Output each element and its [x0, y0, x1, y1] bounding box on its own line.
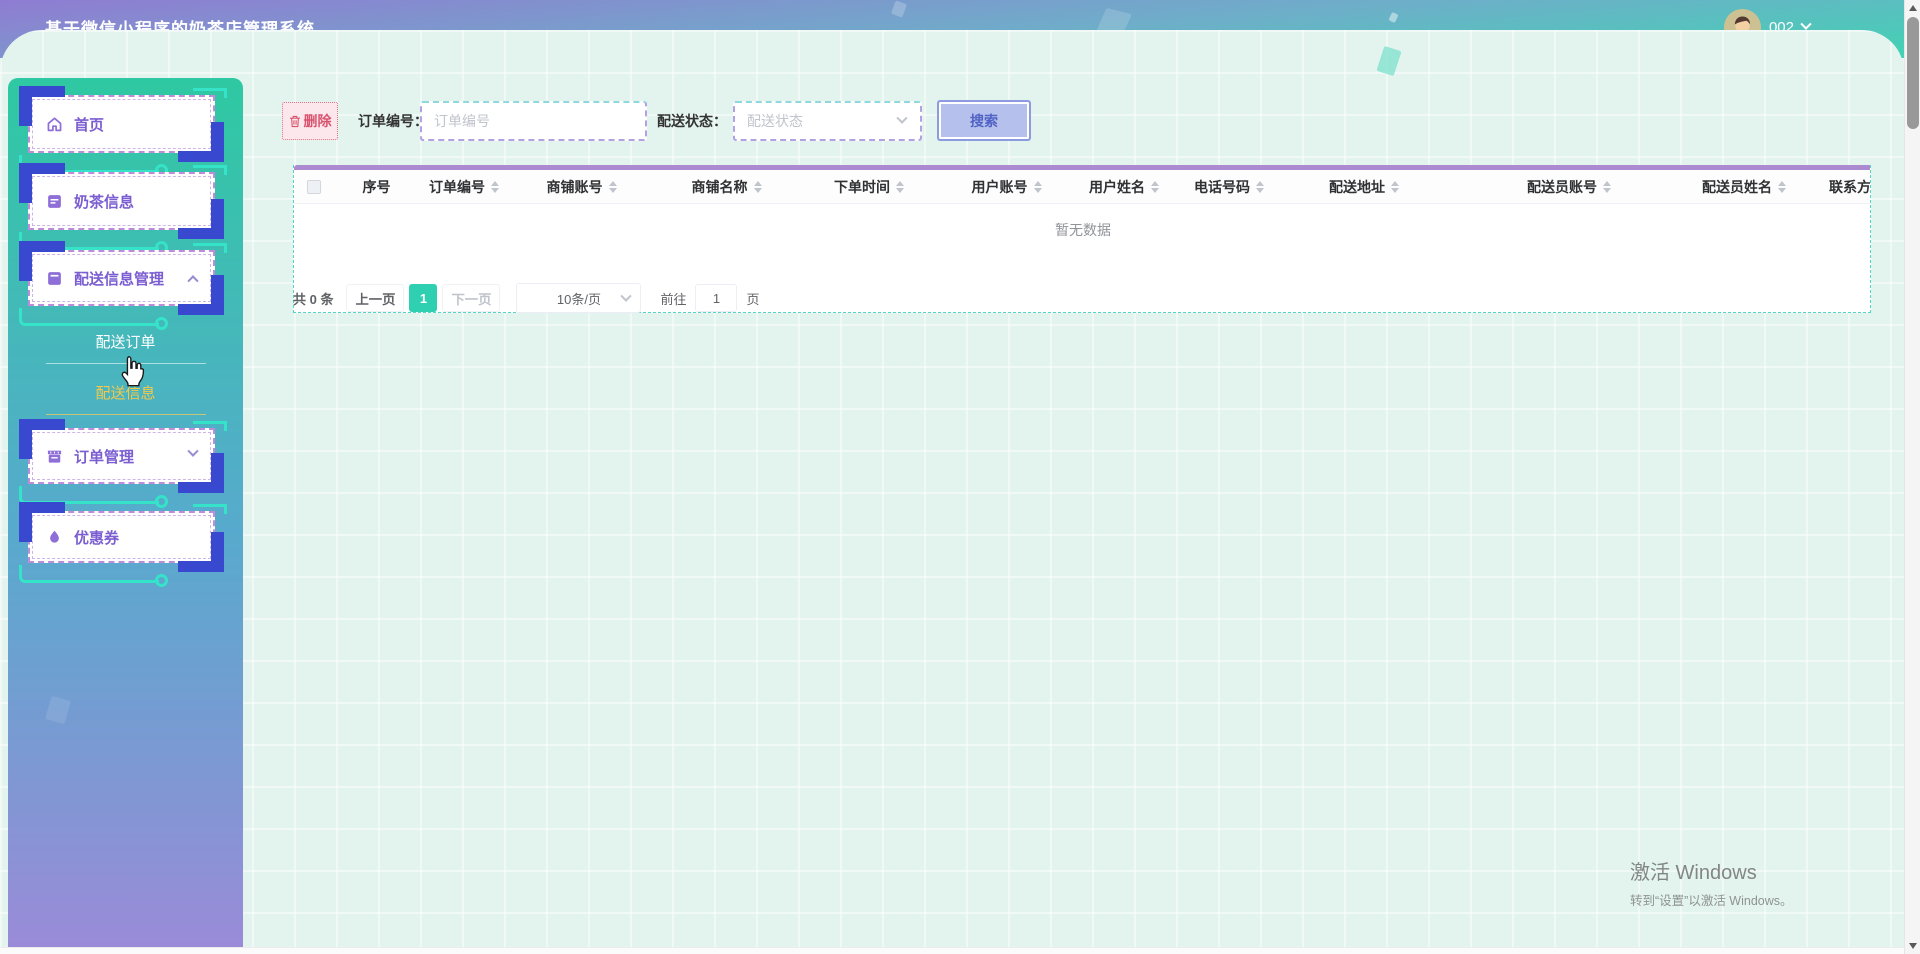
sidebar-item-order-manage[interactable]: 订单管理: [19, 419, 227, 508]
confetti-shape: [890, 0, 908, 18]
chevron-down-icon: [1800, 18, 1812, 30]
search-button[interactable]: 搜索: [937, 100, 1031, 141]
delivery-status-select[interactable]: 配送状态: [733, 101, 922, 141]
sidebar: 首页 奶茶信息 配送信息管理 配送订单 配送信息 订单管理 优惠券: [8, 78, 243, 947]
corner-bracket: [178, 122, 224, 162]
teal-line-accent: [19, 565, 168, 587]
confetti-shape: [1388, 11, 1399, 24]
confetti-shape: [45, 695, 71, 725]
sidebar-item-label: 首页: [74, 116, 105, 134]
teal-tick-accent: [193, 165, 227, 175]
sort-icon[interactable]: [1778, 180, 1786, 193]
toolbar: 删除 订单编号： 配送状态： 配送状态 搜索: [243, 100, 1843, 142]
column-header-order-time[interactable]: 下单时间: [799, 170, 939, 204]
teal-tick-accent: [193, 421, 227, 431]
teal-line-accent: [19, 308, 168, 330]
sort-icon[interactable]: [896, 180, 904, 193]
column-header-courier-name[interactable]: 配送员姓名: [1694, 170, 1794, 204]
sort-icon[interactable]: [1603, 180, 1611, 193]
goto-page-input[interactable]: [695, 284, 738, 312]
sort-icon[interactable]: [1151, 180, 1159, 193]
column-header-shop-account[interactable]: 商铺账号: [509, 170, 654, 204]
teal-tick-accent: [193, 504, 227, 514]
teal-tick-accent: [193, 88, 227, 98]
content-area: 删除 订单编号： 配送状态： 配送状态 搜索 序号 订单编号 商铺账号 商铺名称…: [243, 55, 1904, 954]
sort-icon[interactable]: [1391, 180, 1399, 193]
sidebar-item-delivery-manage[interactable]: 配送信息管理: [19, 241, 227, 330]
app: 基于微信小程序的奶茶店管理系统 002: [0, 0, 1920, 954]
pagination: 共 0 条 上一页 1 下一页 10条/页 前往 页: [293, 283, 760, 313]
column-header-order-no[interactable]: 订单编号: [419, 170, 509, 204]
sort-icon[interactable]: [491, 180, 499, 193]
teal-tick-accent: [193, 243, 227, 253]
divider: [46, 414, 206, 415]
watermark-line2: 转到“设置”以激活 Windows。: [1630, 894, 1793, 908]
order-no-label: 订单编号：: [358, 113, 428, 129]
chevron-down-icon: [896, 112, 908, 124]
corner-bracket: [178, 275, 224, 315]
sort-icon[interactable]: [1256, 180, 1264, 193]
next-page-button[interactable]: 下一页: [442, 284, 501, 312]
column-header-courier-account[interactable]: 配送员账号: [1444, 170, 1694, 204]
select-placeholder: 配送状态: [747, 113, 803, 129]
scroll-down-arrow-icon[interactable]: [1909, 943, 1917, 949]
select-all-checkbox[interactable]: [307, 179, 321, 194]
column-header-user-name[interactable]: 用户姓名: [1074, 170, 1174, 204]
corner-bracket: [19, 86, 65, 126]
windows-watermark: 激活 Windows 转到“设置”以激活 Windows。: [1630, 856, 1793, 909]
divider: [46, 363, 206, 364]
sidebar-item-label: 优惠券: [74, 529, 120, 547]
sort-icon[interactable]: [608, 180, 617, 193]
column-header-shop-name[interactable]: 商铺名称: [654, 170, 799, 204]
current-page[interactable]: 1: [409, 284, 438, 312]
column-header-address[interactable]: 配送地址: [1284, 170, 1444, 204]
corner-bracket: [19, 502, 65, 542]
column-header-phone[interactable]: 电话号码: [1174, 170, 1284, 204]
vertical-scrollbar[interactable]: [1904, 0, 1920, 954]
delivery-status-label: 配送状态：: [657, 113, 727, 129]
sort-icon[interactable]: [1033, 180, 1042, 193]
watermark-line1: 激活 Windows: [1630, 862, 1757, 884]
sidebar-item-coupon[interactable]: 优惠券: [19, 502, 227, 587]
delete-button-label: 删除: [303, 113, 332, 129]
column-header-index: 序号: [362, 178, 391, 195]
sidebar-subitem-delivery-orders[interactable]: 配送订单: [8, 330, 243, 356]
sidebar-item-label: 奶茶信息: [74, 193, 135, 211]
chevron-down-icon: [620, 290, 633, 302]
goto-label: 前往: [660, 291, 687, 307]
column-header-user-account[interactable]: 用户账号: [939, 170, 1074, 204]
page-size-value: 10条/页: [556, 291, 601, 307]
prev-page-button[interactable]: 上一页: [346, 284, 405, 312]
trash-icon: [289, 115, 300, 127]
sidebar-subitem-delivery-info[interactable]: 配送信息: [8, 381, 243, 407]
sidebar-item-label: 订单管理: [74, 448, 135, 466]
corner-bracket: [19, 419, 65, 459]
order-no-input[interactable]: [420, 101, 647, 141]
sidebar-item-label: 配送信息管理: [74, 270, 165, 288]
horizontal-scrollbar[interactable]: [0, 947, 1904, 954]
scrollbar-thumb[interactable]: [1907, 17, 1919, 129]
corner-bracket: [178, 453, 224, 493]
total-count: 共 0 条: [293, 291, 334, 307]
page-unit-label: 页: [746, 291, 760, 307]
table-header-row: 序号 订单编号 商铺账号 商铺名称 下单时间 用户账号 用户姓名 电话号码 配送…: [294, 170, 1870, 204]
page-size-select[interactable]: 10条/页: [516, 283, 642, 313]
select-all-cell: [294, 170, 334, 204]
empty-text: 暂无数据: [1055, 222, 1111, 238]
column-header-contact[interactable]: 联系方式: [1794, 170, 1870, 204]
corner-bracket: [178, 199, 224, 239]
delete-button[interactable]: 删除: [282, 102, 338, 140]
sidebar-item-home[interactable]: 首页: [19, 86, 227, 177]
sidebar-item-milktea-info[interactable]: 奶茶信息: [19, 163, 227, 254]
corner-bracket: [19, 241, 65, 281]
corner-bracket: [178, 532, 224, 572]
sort-icon[interactable]: [753, 180, 762, 193]
scroll-up-arrow-icon[interactable]: [1909, 5, 1917, 11]
corner-bracket: [19, 163, 65, 203]
